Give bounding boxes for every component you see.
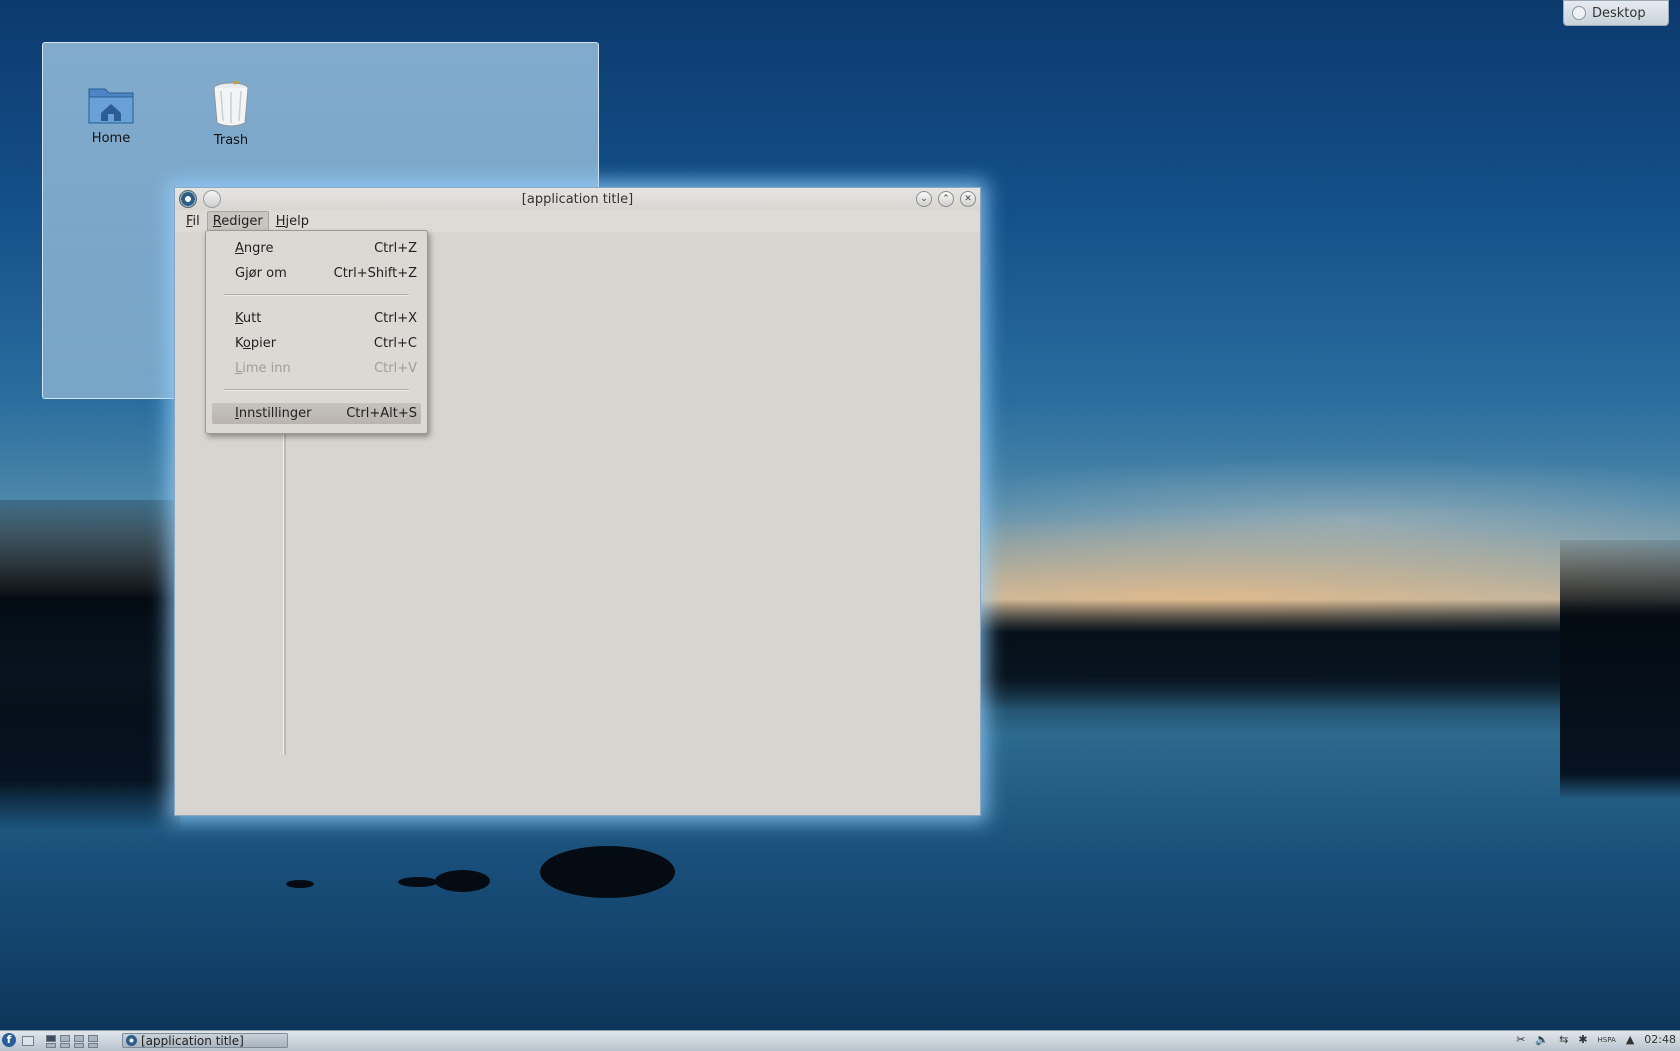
wallpaper-rock (286, 880, 314, 888)
splitter[interactable] (283, 418, 286, 755)
menu-rediger[interactable]: Rediger (206, 210, 269, 232)
menu-hjelp[interactable]: Hjelp (271, 212, 314, 231)
menu-item-innstillinger[interactable]: Innstillinger Ctrl+Alt+S (212, 403, 421, 424)
maximize-button[interactable]: ⌃ (938, 191, 954, 207)
menu-label: il (192, 213, 200, 229)
menu-item-shortcut: Ctrl+Z (374, 241, 417, 256)
edit-menu-dropdown: Angre Ctrl+Z Gjør om Ctrl+Shift+Z Kutt C… (205, 230, 428, 434)
wallpaper-rock (398, 877, 438, 887)
menu-item-label: Gjør om (235, 266, 287, 281)
menu-item-angre[interactable]: Angre Ctrl+Z (212, 238, 421, 259)
menu-fil[interactable]: Fil (181, 212, 205, 231)
desktop-icon-home[interactable]: Home (66, 83, 156, 146)
pager-desktop-8[interactable] (88, 1043, 98, 1048)
menu-item-lime-inn: Lime inn Ctrl+V (212, 358, 421, 379)
trash-icon (213, 78, 249, 127)
taskbar-task-button[interactable]: [application title] (122, 1033, 288, 1048)
home-folder-icon (88, 88, 134, 124)
wallpaper-rock (435, 870, 490, 892)
menu-item-shortcut: Ctrl+Alt+S (346, 406, 417, 421)
minimize-button[interactable]: ⌄ (916, 191, 932, 207)
menu-label: ediger (221, 213, 263, 229)
menu-separator (224, 389, 409, 391)
taskbar: f [application title] ✂ 🔈 ⇆ ✱ HSPA ▲ 02:… (0, 1030, 1680, 1051)
pager-desktop-2[interactable] (60, 1035, 70, 1042)
taskbar-task-label: [application title] (141, 1033, 244, 1048)
pager-desktop-3[interactable] (74, 1035, 84, 1042)
menu-item-shortcut: Ctrl+C (373, 336, 417, 351)
klipper-scissors-icon[interactable]: ✂ (1516, 1033, 1525, 1046)
menu-separator (224, 294, 409, 296)
clock[interactable]: 02:48 (1644, 1033, 1676, 1046)
menu-item-kopier[interactable]: Kopier Ctrl+C (212, 333, 421, 354)
close-button[interactable]: ✕ (960, 191, 976, 207)
plasma-cashew-icon (1572, 6, 1586, 20)
pager-desktop-1[interactable] (46, 1035, 56, 1042)
wallpaper-forest-right (1560, 540, 1680, 800)
show-desktop-icon[interactable] (22, 1036, 34, 1046)
menu-item-label: Angre (235, 241, 274, 256)
tray-expand-icon[interactable]: ▲ (1626, 1033, 1634, 1046)
hspa-badge[interactable]: HSPA (1598, 1036, 1616, 1044)
menu-item-label: Kopier (235, 336, 277, 351)
pager-desktop-5[interactable] (46, 1043, 56, 1048)
desktop-icon-label: Trash (213, 133, 249, 148)
menu-item-shortcut: Ctrl+V (374, 361, 417, 376)
menu-item-label: Kutt (235, 311, 262, 326)
menu-item-shortcut: Ctrl+X (374, 311, 417, 326)
pager-desktop-7[interactable] (74, 1043, 84, 1048)
menu-item-kutt[interactable]: Kutt Ctrl+X (212, 308, 421, 329)
pager-desktop-6[interactable] (60, 1043, 70, 1048)
volume-icon[interactable]: 🔈 (1535, 1033, 1549, 1046)
menu-item-shortcut: Ctrl+Shift+Z (333, 266, 417, 281)
window-titlebar[interactable]: [application title] ⌄ ⌃ ✕ (175, 188, 980, 210)
app-icon (126, 1035, 137, 1046)
desktop-toolbox-label: Desktop (1592, 5, 1646, 21)
menubar: Fil Rediger Hjelp (175, 210, 980, 232)
launcher-icon[interactable]: f (2, 1033, 16, 1047)
desktop-toolbox-button[interactable]: Desktop (1563, 0, 1669, 26)
menu-item-gjor-om[interactable]: Gjør om Ctrl+Shift+Z (212, 263, 421, 284)
wallpaper-rock (540, 846, 675, 898)
system-tray: ✂ 🔈 ⇆ ✱ HSPA ▲ 02:48 (1516, 1033, 1676, 1046)
pager-desktop-4[interactable] (88, 1035, 98, 1042)
menu-label: jelp (285, 213, 309, 229)
desktop-icon-trash[interactable]: Trash (186, 78, 276, 148)
menu-item-label: Lime inn (235, 361, 291, 376)
network-icon[interactable]: ⇆ (1559, 1033, 1568, 1046)
window-title: [application title] (521, 191, 634, 207)
menu-item-label: Innstillinger (235, 406, 312, 421)
menu-accel: R (212, 213, 222, 229)
bluetooth-icon[interactable]: ✱ (1578, 1033, 1587, 1046)
desktop-icon-label: Home (91, 131, 131, 146)
